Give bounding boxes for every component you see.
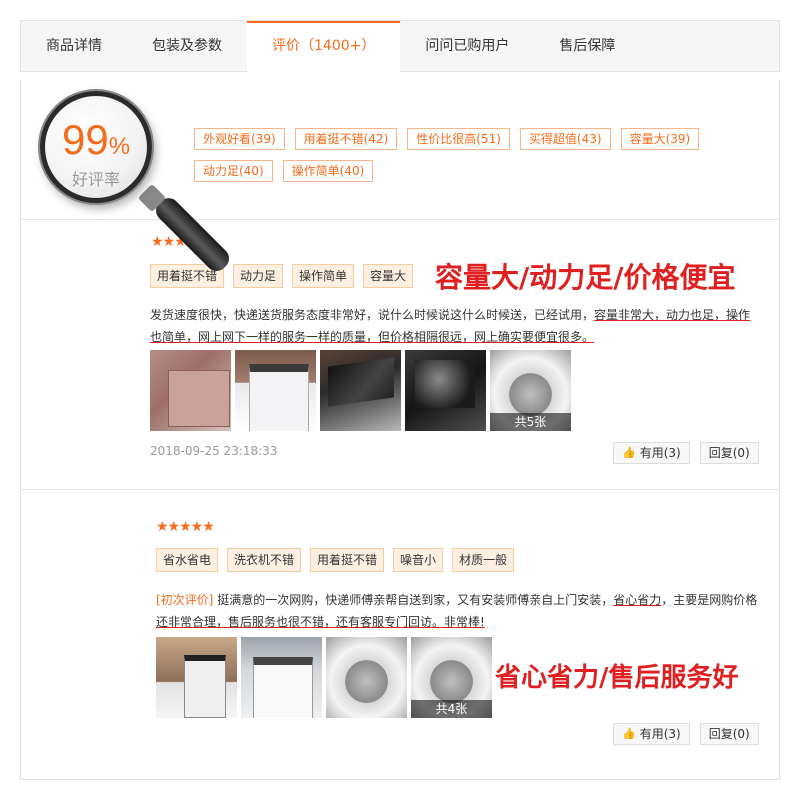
positive-rate: 99% — [45, 116, 147, 164]
photo-count: 共4张 — [411, 700, 492, 718]
review-tags: 用着挺不错 动力足 操作简单 容量大 — [150, 264, 414, 288]
review-actions: 👍 有用(3) 回复(0) — [613, 442, 759, 464]
first-review-label: [初次评价] — [156, 593, 214, 607]
impression-tag[interactable]: 性价比很高(51) — [407, 128, 510, 150]
thumbs-up-icon: 👍 — [622, 446, 636, 459]
review-text-part: 挺满意的一次网购，快递师傅亲帮自送到家，又有安装师傅亲自上门安装， — [213, 593, 614, 607]
tab-after-sales[interactable]: 售后保障 — [534, 21, 640, 71]
tab-ask-buyers[interactable]: 问问已购用户 — [400, 21, 534, 71]
review-text-part: 发货速度很快，快递送货服务态度非常好，说什么时候说这什么时候送，已经试用， — [150, 308, 595, 322]
tab-packaging-specs[interactable]: 包装及参数 — [127, 21, 247, 71]
useful-button[interactable]: 👍 有用(3) — [613, 723, 690, 745]
impression-tag[interactable]: 动力足(40) — [194, 160, 273, 182]
impression-tag[interactable]: 操作简单(40) — [282, 160, 374, 182]
review-photo[interactable] — [326, 637, 407, 718]
review-tag: 用着挺不错 — [310, 548, 385, 572]
reply-button[interactable]: 回复(0) — [699, 442, 759, 464]
tab-reviews[interactable]: 评价（1400+） — [247, 21, 401, 72]
review-tag: 洗衣机不错 — [227, 548, 302, 572]
callout-annotation: 容量大/动力足/价格便宜 — [435, 261, 736, 294]
impression-tag[interactable]: 外观好看(39) — [194, 128, 285, 150]
review-tag: 动力足 — [233, 264, 284, 288]
review-photos: 共4张 — [156, 637, 492, 718]
review-photo[interactable] — [405, 350, 486, 431]
impression-tag[interactable]: 用着挺不错(42) — [294, 128, 398, 150]
star-rating: ★★★★★ — [156, 519, 215, 535]
review-tags: 省水省电 洗衣机不错 用着挺不错 噪音小 材质一般 — [156, 548, 515, 572]
reply-label: 回复(0) — [708, 727, 750, 741]
rate-number: 99 — [61, 116, 109, 163]
review-photo[interactable]: 共5张 — [490, 350, 571, 431]
review-text: 发货速度很快，快递送货服务态度非常好，说什么时候说这什么时候送，已经试用，容量非… — [150, 304, 760, 348]
rate-label: 好评率 — [71, 170, 120, 189]
review-tag: 噪音小 — [393, 548, 444, 572]
tab-bar: 商品详情 包装及参数 评价（1400+） 问问已购用户 售后保障 — [20, 20, 780, 72]
photo-count: 共5张 — [490, 413, 571, 431]
review-date: 2018-09-25 23:18:33 — [150, 444, 278, 458]
review-text-part: ，主要是网购价格 — [661, 593, 758, 607]
review-text-highlight: 省心省力 — [613, 593, 662, 607]
thumbs-up-icon: 👍 — [622, 727, 636, 740]
review-item: ★★★★★ 省水省电 洗衣机不错 用着挺不错 噪音小 材质一般 [初次评价] 挺… — [21, 491, 779, 780]
review-text-highlight: 还非常合理，售后服务也很不错，还有客服专门回访。非常棒! — [156, 615, 485, 629]
review-photo[interactable] — [156, 637, 237, 718]
review-tag: 材质一般 — [452, 548, 515, 572]
tab-product-details[interactable]: 商品详情 — [21, 21, 127, 71]
review-actions: 👍 有用(3) 回复(0) — [613, 723, 759, 745]
impression-tag[interactable]: 容量大(39) — [620, 128, 700, 150]
review-photo[interactable] — [241, 637, 322, 718]
review-photo[interactable] — [320, 350, 401, 431]
review-tag: 省水省电 — [156, 548, 219, 572]
useful-button[interactable]: 👍 有用(3) — [613, 442, 690, 464]
review-tag: 操作简单 — [292, 264, 355, 288]
reply-label: 回复(0) — [708, 446, 750, 460]
review-photo[interactable]: 共4张 — [411, 637, 492, 718]
review-photos: 共5张 — [150, 350, 571, 431]
useful-label: 有用(3) — [639, 446, 681, 460]
review-tag: 容量大 — [363, 264, 414, 288]
callout-annotation: 省心省力/售后服务好 — [495, 663, 739, 693]
impression-tag[interactable]: 买得超值(43) — [519, 128, 611, 150]
impression-tags: 外观好看(39) 用着挺不错(42) 性价比很高(51) 买得超值(43) 容量… — [194, 128, 754, 182]
rate-percent: % — [108, 133, 131, 160]
useful-label: 有用(3) — [639, 727, 681, 741]
review-text: [初次评价] 挺满意的一次网购，快递师傅亲帮自送到家，又有安装师傅亲自上门安装，… — [156, 589, 766, 633]
review-photo[interactable] — [150, 350, 231, 431]
positive-rate-magnifier: 99% 好评率 — [24, 84, 234, 276]
reply-button[interactable]: 回复(0) — [699, 723, 759, 745]
magnifier-lens-icon: 99% 好评率 — [40, 91, 152, 203]
review-photo[interactable] — [235, 350, 316, 431]
